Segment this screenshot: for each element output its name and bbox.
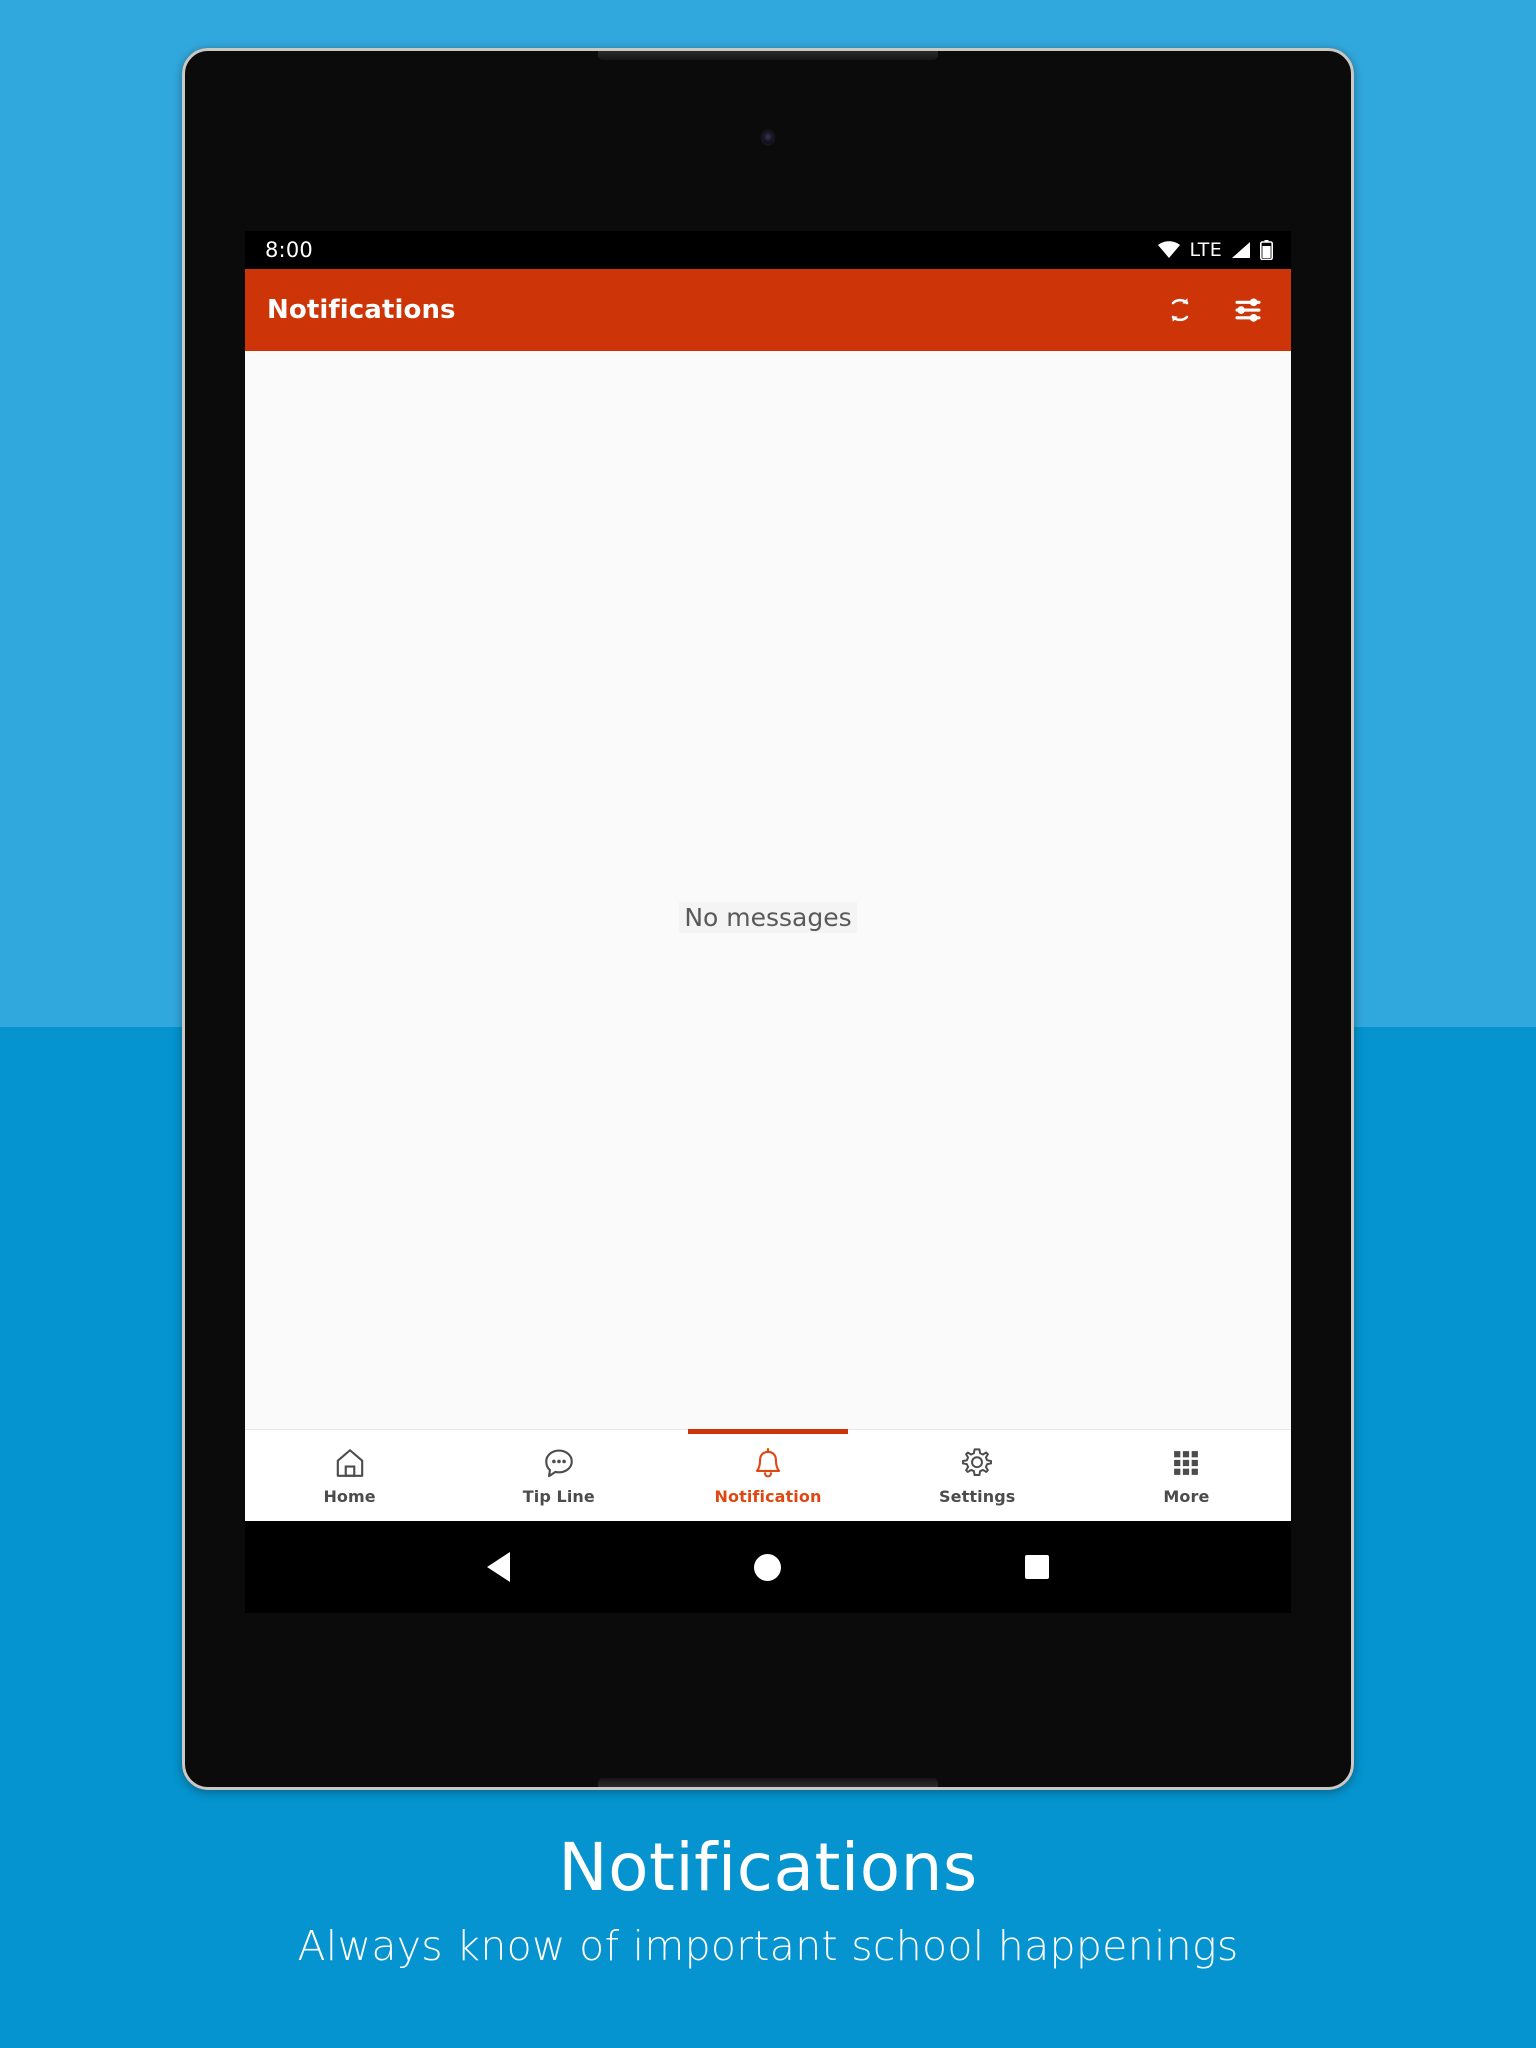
android-system-nav-bar bbox=[245, 1521, 1291, 1613]
nav-item-home[interactable]: Home bbox=[245, 1430, 454, 1521]
triangle-back-icon[interactable] bbox=[487, 1552, 510, 1582]
signal-icon bbox=[1231, 241, 1251, 259]
circle-home-icon[interactable] bbox=[754, 1553, 781, 1581]
filter-icon[interactable] bbox=[1233, 295, 1263, 325]
nav-item-settings[interactable]: Settings bbox=[873, 1430, 1082, 1521]
status-bar: 8:00 LTE bbox=[245, 231, 1291, 269]
nav-item-label: Tip Line bbox=[522, 1486, 595, 1506]
notification-list-area: No messages Home Tip Line Notification S… bbox=[245, 351, 1291, 1521]
gear-icon bbox=[960, 1446, 994, 1480]
nav-item-label: Settings bbox=[939, 1486, 1016, 1506]
promo-screenshot-page: 8:00 LTE Notifications No messages Home … bbox=[0, 0, 1536, 2048]
home-icon bbox=[333, 1446, 367, 1480]
chat-bubble-icon bbox=[542, 1446, 576, 1480]
tablet-device-frame: 8:00 LTE Notifications No messages Home … bbox=[182, 48, 1354, 1790]
status-bar-icons: LTE bbox=[1157, 239, 1273, 261]
promo-caption: Notifications Always know of important s… bbox=[0, 1830, 1536, 1970]
status-bar-clock: 8:00 bbox=[265, 238, 313, 262]
empty-state-message: No messages bbox=[679, 901, 857, 933]
app-bar: Notifications bbox=[245, 269, 1291, 351]
app-bar-actions bbox=[1165, 295, 1263, 325]
bottom-navigation-bar: Home Tip Line Notification Settings More bbox=[245, 1429, 1291, 1521]
device-bottom-speaker bbox=[598, 1778, 938, 1787]
battery-icon bbox=[1260, 240, 1273, 260]
grid-icon bbox=[1169, 1446, 1203, 1480]
nav-item-tip-line[interactable]: Tip Line bbox=[454, 1430, 663, 1521]
network-type-label: LTE bbox=[1189, 239, 1222, 261]
square-recents-icon[interactable] bbox=[1025, 1555, 1049, 1579]
nav-item-more[interactable]: More bbox=[1082, 1430, 1291, 1521]
refresh-icon[interactable] bbox=[1165, 295, 1195, 325]
device-screen: 8:00 LTE Notifications No messages Home … bbox=[245, 231, 1291, 1613]
front-camera-icon bbox=[762, 131, 774, 144]
device-body: 8:00 LTE Notifications No messages Home … bbox=[185, 51, 1351, 1787]
nav-item-label: Home bbox=[323, 1486, 376, 1506]
nav-item-notification[interactable]: Notification bbox=[663, 1429, 872, 1521]
active-tab-indicator bbox=[688, 1429, 848, 1434]
wifi-icon bbox=[1157, 241, 1181, 259]
nav-item-label: More bbox=[1163, 1486, 1210, 1506]
page-title: Notifications bbox=[267, 295, 456, 325]
nav-item-label: Notification bbox=[714, 1486, 822, 1506]
bell-icon bbox=[751, 1446, 785, 1480]
caption-title: Notifications bbox=[558, 1829, 978, 1906]
caption-subtitle: Always know of important school happenin… bbox=[297, 1921, 1239, 1970]
device-top-speaker bbox=[598, 51, 938, 60]
